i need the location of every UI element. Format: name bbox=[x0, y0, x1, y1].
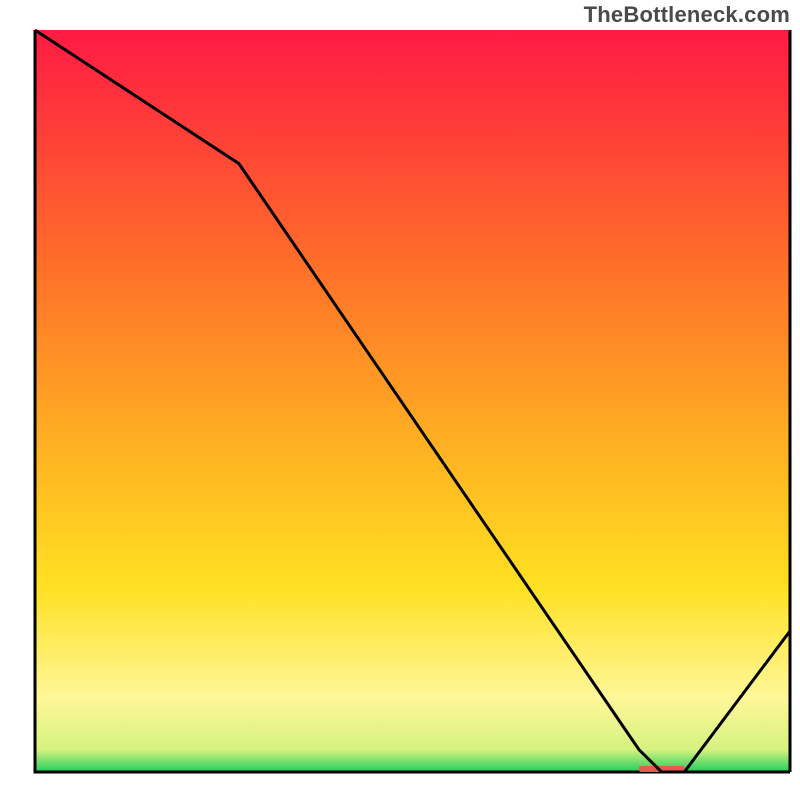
bottleneck-chart bbox=[0, 0, 800, 800]
plot-background bbox=[35, 30, 790, 772]
chart-frame: TheBottleneck.com bbox=[0, 0, 800, 800]
